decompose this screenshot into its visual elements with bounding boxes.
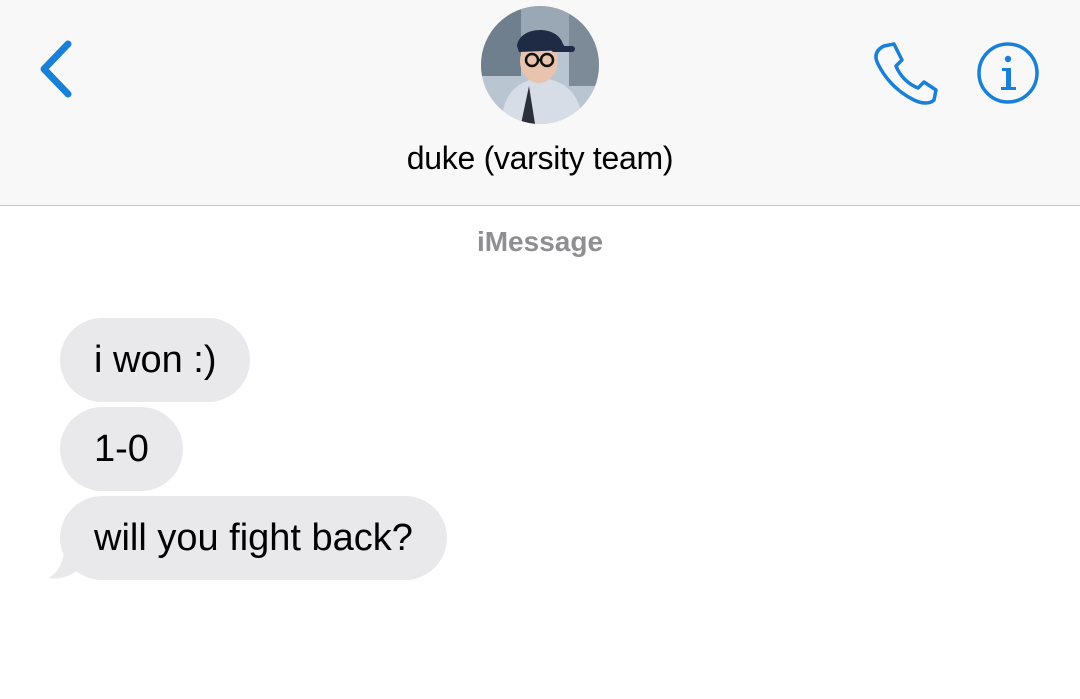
service-label: iMessage <box>476 226 604 257</box>
incoming-message-bubble[interactable]: i won :) <box>60 318 251 402</box>
back-button[interactable] <box>30 36 90 100</box>
conversation-header: duke (varsity team) <box>0 0 1080 206</box>
info-button[interactable] <box>976 41 1040 105</box>
info-icon <box>977 42 1039 104</box>
incoming-message-bubble[interactable]: will you fight back? <box>60 496 447 580</box>
contact-name[interactable]: duke (varsity team) <box>0 140 1080 177</box>
call-button[interactable] <box>870 40 940 106</box>
bubble-tail <box>48 540 80 579</box>
chevron-left-icon <box>40 40 72 98</box>
phone-icon <box>874 42 938 105</box>
contact-avatar[interactable] <box>481 6 599 124</box>
incoming-message-bubble[interactable]: 1-0 <box>60 407 183 491</box>
